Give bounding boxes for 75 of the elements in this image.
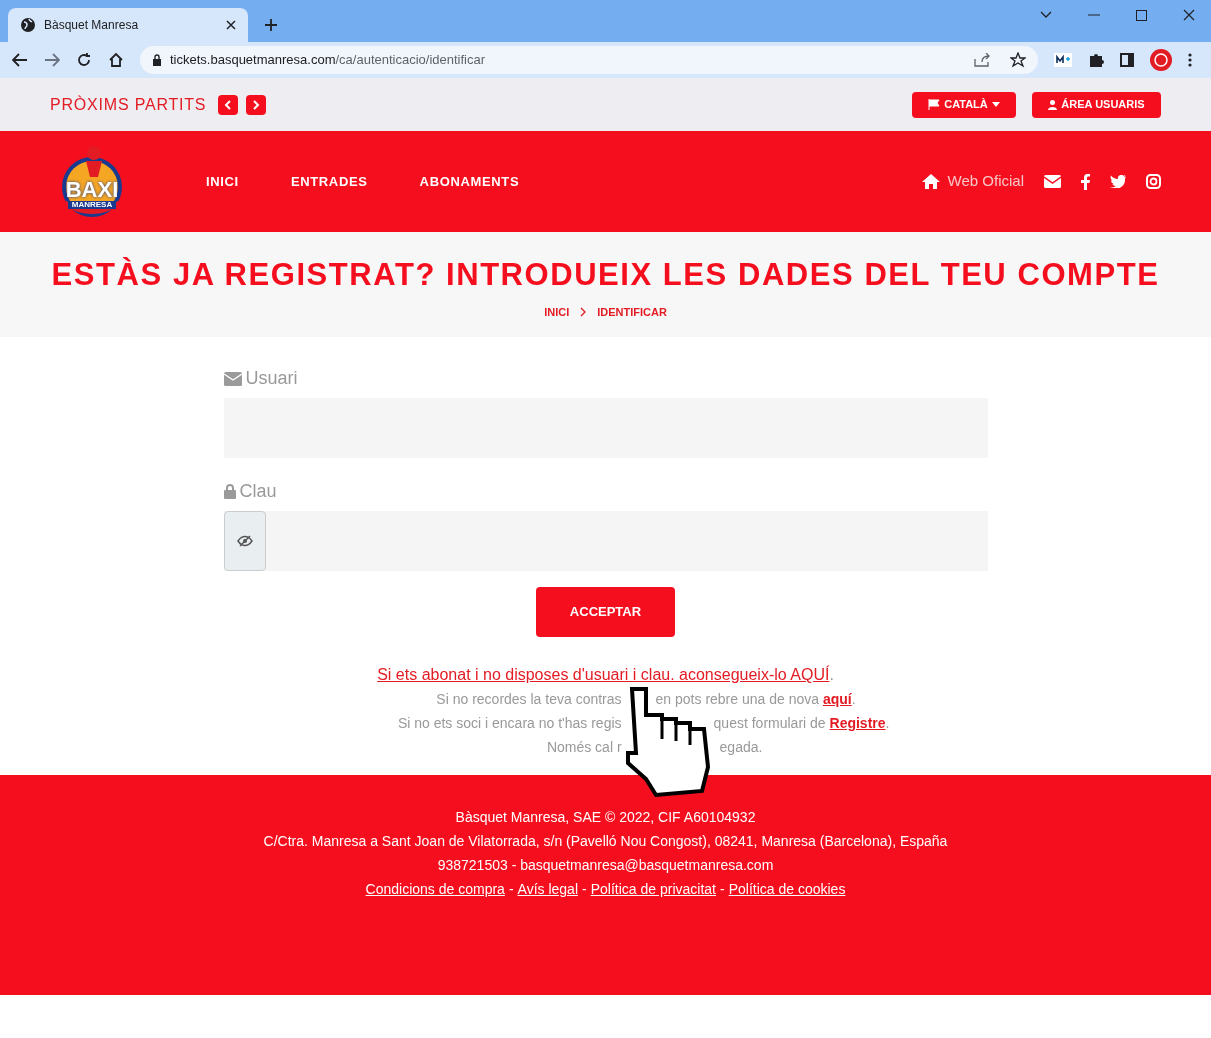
twitter-icon[interactable] [1110,175,1126,188]
browser-tab[interactable]: Bàsquet Manresa [8,8,248,42]
official-site-link[interactable]: Web Oficial [921,170,1024,193]
footer-link[interactable]: Política de cookies [728,877,846,901]
close-icon[interactable] [226,20,236,30]
footer-text: Bàsquet Manresa, SAE © 2022, CIF A60104932 [455,808,756,827]
home-icon[interactable] [108,52,124,68]
eye-slash-icon [236,535,253,547]
flag-icon [928,99,941,110]
separator-text: - [507,880,515,899]
password-field[interactable] [223,511,988,571]
facebook-icon[interactable] [1081,173,1090,190]
chevron-right-icon [252,99,261,110]
user-icon [1048,99,1058,110]
period-text: . [829,666,834,683]
footer-text: 938721503 - basquetmanresa@basquetmanresa.com [437,856,774,875]
lock-icon [223,484,236,499]
sidebar-icon[interactable] [1120,53,1134,67]
chevron-down-icon[interactable] [1040,11,1052,19]
section-title: PRÒXIMS PARTITS [50,94,207,115]
mail-icon[interactable] [1044,175,1061,188]
lock-icon [152,54,162,66]
extension-icon[interactable] [1054,53,1072,67]
forward-icon[interactable] [44,53,60,67]
footer-link[interactable]: Política de privacitat [590,877,716,901]
breadcrumb-link[interactable]: IDENTIFICAR [597,304,667,321]
help-text: Només cal r [546,738,622,757]
back-icon[interactable] [12,53,28,67]
tab-title: Bàsquet Manresa [44,17,140,34]
star-icon[interactable] [1010,52,1026,68]
help-text: quest formulari de Registre. [713,714,890,733]
footer-link[interactable]: Condicions de compra [365,877,505,901]
previous-button[interactable] [218,94,239,115]
mail-icon [223,371,242,386]
help-text: egada. [719,738,763,757]
language-button[interactable]: CATALÀ [912,91,1016,118]
separator-text: - [581,880,588,899]
new-tab-icon[interactable] [264,18,278,32]
globe-icon [20,17,36,33]
address-bar[interactable]: tickets.basquetmanresa.com/ca/autenticacio/identificar [140,46,1038,74]
nav-link[interactable]: ABONAMENTS [419,171,520,192]
chevron-left-icon [224,99,233,110]
separator-text: - [719,880,726,899]
help-link[interactable]: Registre [829,715,886,731]
logo-subtext: MANRESA [67,200,117,209]
share-icon[interactable] [974,53,990,67]
next-button[interactable] [246,94,267,115]
caret-icon [991,102,1000,107]
nav-link[interactable]: ENTRADES [290,171,368,192]
logo-text: BAXI [65,178,119,201]
maximize-icon[interactable] [1136,9,1147,21]
breadcrumb-link[interactable]: INICI [544,304,570,321]
help-text: Si no recordes la teva contras [436,690,622,709]
url-text: tickets.basquetmanresa.com/ca/autenticacio/identificar [170,51,487,70]
subscriber-link[interactable]: Si ets abonat i no disposes d'usuari i clau. aconsegueix-lo AQUÍ [377,666,830,683]
help-text: Si no ets soci i encara no t'has regis [397,714,622,733]
reload-icon[interactable] [76,52,92,68]
instagram-icon[interactable] [1146,174,1161,189]
help-text: en pots rebre una de nova aquí. [655,690,856,709]
footer-link[interactable]: Avís legal [517,877,578,901]
chevron-icon [579,307,588,318]
field-label: Usuari [245,367,298,390]
puzzle-icon[interactable] [1088,52,1104,68]
show-password-button[interactable] [223,511,266,571]
home-icon [921,174,940,189]
user-area-button[interactable]: ÁREA USUARIS [1032,91,1161,118]
help-link[interactable]: aquí [822,691,852,707]
field-label: Clau [239,480,277,503]
menu-icon[interactable] [1188,53,1192,67]
accept-button[interactable]: ACCEPTAR [536,587,675,637]
close-icon[interactable] [1183,9,1195,21]
footer-text: C/Ctra. Manresa a Sant Joan de Vilatorrada, s/n (Pavelló Nou Congost), 08241, Manresa (Barcelona), España [263,832,948,851]
page-title: ESTÀS JA REGISTRAT? INTRODUEIX LES DADES DEL TEU COMPTE [51,256,1160,294]
profile-avatar[interactable] [1150,49,1172,71]
nav-link[interactable]: INICI [206,171,239,192]
